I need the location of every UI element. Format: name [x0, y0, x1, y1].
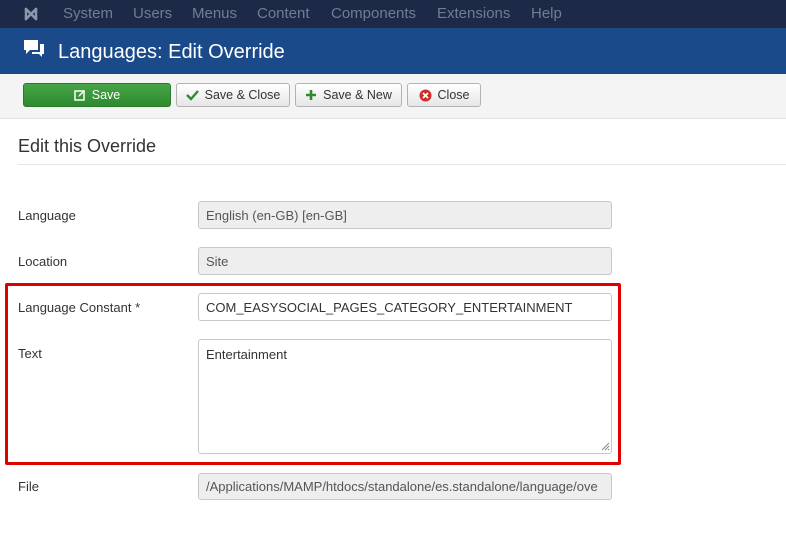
page-title: Languages: Edit Override — [58, 41, 285, 63]
nav-item-content[interactable]: Content — [257, 5, 310, 22]
location-field: Site — [198, 247, 612, 275]
nav-item-extensions[interactable]: Extensions — [437, 5, 510, 22]
nav-item-components[interactable]: Components — [331, 5, 416, 22]
comments-icon — [24, 40, 44, 57]
top-nav-bar: System Users Menus Content Components Ex… — [0, 0, 786, 28]
nav-item-system[interactable]: System — [63, 5, 113, 22]
nav-item-menus[interactable]: Menus — [192, 5, 237, 22]
file-label: File — [18, 479, 39, 494]
save-new-button[interactable]: Save & New — [295, 83, 402, 107]
close-button-label: Close — [437, 88, 470, 102]
save-close-button-label: Save & Close — [204, 88, 281, 102]
highlight-box — [5, 283, 621, 465]
save-button[interactable]: Save — [23, 83, 171, 107]
language-label: Language — [18, 208, 76, 223]
close-circle-icon — [419, 89, 432, 101]
joomla-logo-icon[interactable] — [22, 5, 40, 23]
edit-icon — [74, 90, 85, 101]
location-label: Location — [18, 254, 68, 269]
toolbar: Save Save & Close Save & New Close — [0, 74, 786, 119]
language-field: English (en-GB) [en-GB] — [198, 201, 612, 229]
save-button-label: Save — [91, 88, 121, 102]
plus-icon — [306, 90, 317, 100]
nav-item-help[interactable]: Help — [531, 5, 562, 22]
nav-item-users[interactable]: Users — [133, 5, 172, 22]
page-header: Languages: Edit Override — [0, 28, 786, 74]
section-divider — [18, 164, 786, 165]
close-button[interactable]: Close — [407, 83, 481, 107]
file-field: /Applications/MAMP/htdocs/standalone/es.… — [198, 473, 612, 500]
save-new-button-label: Save & New — [323, 88, 392, 102]
save-close-button[interactable]: Save & Close — [176, 83, 290, 107]
checkmark-icon — [185, 90, 199, 101]
section-title: Edit this Override — [18, 136, 157, 156]
